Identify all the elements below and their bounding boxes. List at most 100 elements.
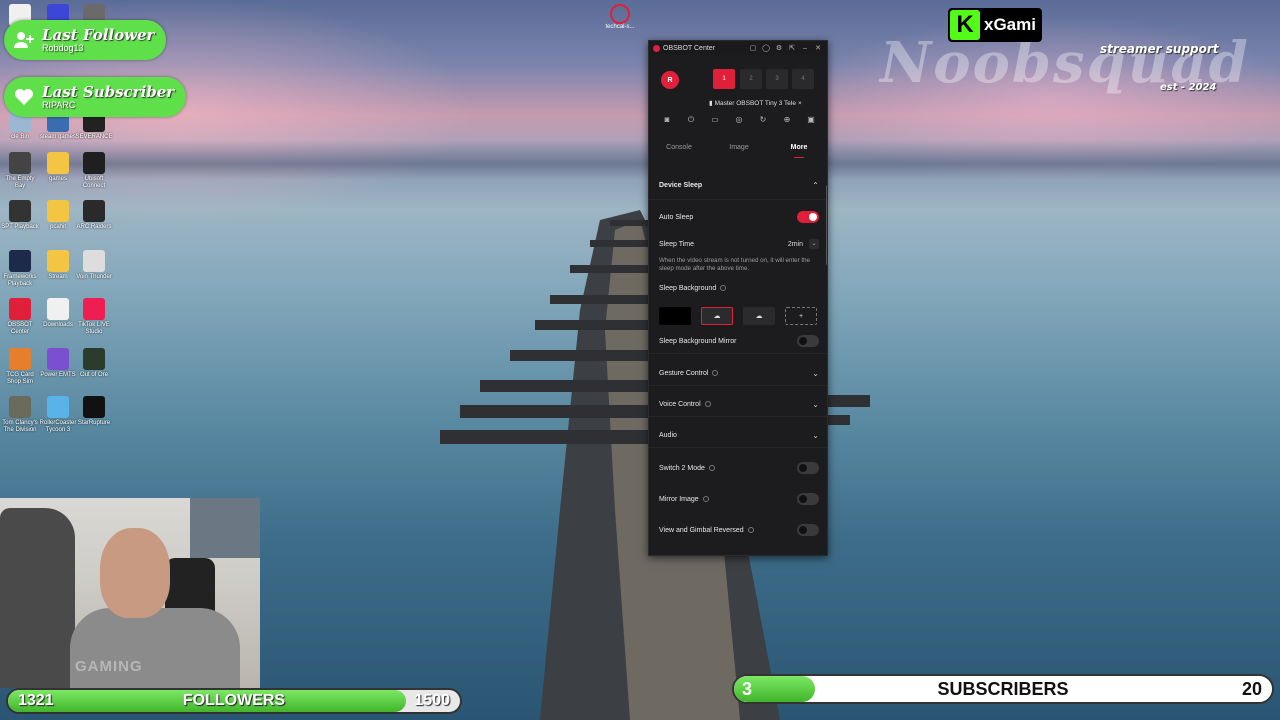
device-sleep-header[interactable]: Device Sleep ⌃	[659, 181, 819, 190]
desktop-shortcut-label: pcahit	[49, 224, 66, 230]
app-icon	[47, 348, 69, 370]
scrollbar[interactable]	[826, 185, 827, 265]
help-icon[interactable]	[720, 285, 727, 292]
gesture-control-label: Gesture Control	[659, 370, 709, 377]
app-icon	[83, 396, 105, 418]
window-mode-button[interactable]: ▢	[748, 44, 758, 52]
refresh-icon[interactable]: ↻	[758, 115, 768, 125]
desktop-shortcut[interactable]: pcahit	[38, 200, 78, 231]
add-background-button[interactable]: +	[785, 307, 817, 325]
help-icon[interactable]	[702, 495, 709, 502]
kick-icon: K	[950, 10, 980, 40]
mirror-image-row: Mirror Image	[659, 493, 819, 505]
switch2-mode-label: Switch 2 Mode	[659, 464, 705, 472]
desktop-icons: cle Bin steam games SEVERANCE The Empty Bay…	[0, 0, 150, 500]
desktop-shortcut[interactable]: Power EMTS	[38, 348, 78, 379]
mirror-image-toggle[interactable]	[797, 493, 819, 505]
tab-bar: Console Image More	[649, 141, 827, 158]
record-indicator-button[interactable]: ◯	[761, 44, 771, 52]
desktop-shortcut[interactable]: Voin Thunder	[74, 250, 114, 281]
auto-sleep-toggle[interactable]	[797, 211, 819, 223]
preset-slot-4[interactable]: 4	[792, 69, 814, 89]
desktop-shortcut[interactable]: The Empty Bay	[0, 152, 40, 190]
globe-icon[interactable]: ⊕	[782, 115, 792, 125]
preset-slot-1[interactable]: 1	[713, 69, 735, 89]
desktop-shortcut[interactable]: TCG Card Shop Sim	[0, 348, 40, 386]
window-title: OBSBOT Center	[663, 44, 716, 52]
desktop-shortcut-label: ARC Raiders	[76, 224, 112, 230]
pin-button[interactable]: ⇱	[787, 44, 797, 52]
obsbot-logo-icon	[653, 44, 660, 52]
brand-tagline: streamer support	[1100, 42, 1219, 56]
background-option-logo-selected[interactable]: ☁	[701, 307, 733, 325]
app-icon	[47, 152, 69, 174]
help-icon[interactable]	[708, 464, 715, 471]
desktop-shortcut[interactable]: games	[38, 152, 78, 183]
desktop-shortcut-label: cle Bin	[10, 134, 29, 140]
webcam-coat	[0, 508, 75, 688]
close-button[interactable]: ✕	[813, 44, 823, 52]
desktop-shortcut[interactable]: Ubisoft Connect	[74, 152, 114, 190]
app-icon	[83, 348, 105, 370]
settings-button[interactable]: ⚙	[774, 44, 784, 52]
tab-more[interactable]: More	[769, 141, 827, 158]
last-follower-title: Last Follower	[42, 26, 155, 44]
brand-established: est - 2024	[1160, 82, 1217, 93]
app-icon	[9, 396, 31, 418]
desktop-shortcut[interactable]: Tom Clancy's The Division	[0, 396, 40, 434]
desktop-shortcut[interactable]: Out of Ore	[74, 348, 114, 379]
help-icon[interactable]	[704, 401, 711, 408]
preset-slot-2[interactable]: 2	[740, 69, 762, 89]
sleep-time-select[interactable]: 2min ⌄	[788, 239, 819, 249]
desktop-shortcut-label: techcal-s...	[605, 24, 635, 30]
desktop-shortcut[interactable]: Downloads	[38, 298, 78, 329]
target-icon[interactable]: ◎	[734, 115, 744, 125]
minimize-button[interactable]: –	[800, 45, 810, 52]
tab-image[interactable]: Image	[709, 141, 769, 155]
layout-icon[interactable]: ▣	[806, 115, 816, 125]
preset-slot-3[interactable]: 3	[766, 69, 788, 89]
divider	[649, 353, 827, 354]
background-mirror-row: Sleep Background Mirror	[659, 335, 819, 347]
background-option-black[interactable]	[659, 307, 691, 325]
desktop-shortcut-label: Frameworks Playback	[3, 274, 37, 287]
sleep-background-options: ☁ ☁ +	[659, 307, 817, 325]
view-gimbal-reversed-toggle[interactable]	[797, 524, 819, 536]
desktop-shortcut[interactable]: RollerCoaster Tycoon 3	[38, 396, 78, 434]
last-follower-name: Robdog13	[42, 43, 84, 53]
help-icon[interactable]	[747, 526, 754, 533]
followers-goal-bar: 1321 FOLLOWERS 1500	[6, 688, 462, 714]
desktop-shortcut-techcal[interactable]: techcal-s...	[600, 4, 640, 30]
desktop-shortcut[interactable]: Frameworks Playback	[0, 250, 40, 288]
record-button[interactable]: R	[661, 71, 679, 89]
snapshot-icon[interactable]: ◙	[662, 115, 672, 125]
help-icon[interactable]	[712, 370, 719, 377]
chevron-up-icon: ⌃	[812, 181, 819, 190]
desktop-shortcut[interactable]: StarRupture	[74, 396, 114, 427]
desktop-shortcut-label: RollerCoaster Tycoon 3	[39, 420, 77, 433]
desktop-shortcut[interactable]: TikTok LIVE Studio	[74, 298, 114, 336]
desktop-shortcut[interactable]: OBSBOT Center	[0, 298, 40, 336]
gesture-control-header[interactable]: Gesture Control ⌄	[659, 369, 819, 378]
subscribers-goal: 20	[1241, 679, 1262, 699]
view-gimbal-reversed-row: View and Gimbal Reversed	[659, 524, 819, 536]
webcam-overlay: GAMING	[0, 498, 260, 688]
sleep-time-row: Sleep Time 2min ⌄	[659, 239, 819, 249]
voice-control-header[interactable]: Voice Control ⌄	[659, 400, 819, 409]
sleep-time-label: Sleep Time	[659, 240, 695, 248]
followers-label: FOLLOWERS	[182, 692, 286, 709]
background-mirror-toggle[interactable]	[797, 335, 819, 347]
background-option-logo[interactable]: ☁	[743, 307, 775, 325]
divider	[649, 447, 827, 448]
video-icon[interactable]: ▭	[710, 115, 720, 125]
desktop-shortcut[interactable]: SPT Playback	[0, 200, 40, 231]
desktop-shortcut[interactable]: ARC Raiders	[74, 200, 114, 231]
desktop-shortcut[interactable]: Stream	[38, 250, 78, 281]
switch2-mode-toggle[interactable]	[797, 462, 819, 474]
power-icon[interactable]: ⏻	[686, 115, 696, 125]
device-close-icon[interactable]: ×	[798, 100, 802, 107]
audio-header[interactable]: Audio ⌄	[659, 431, 819, 440]
tab-console[interactable]: Console	[649, 141, 709, 155]
device-selector[interactable]: ▮ Master OBSBOT Tiny 3 Tele ×	[709, 97, 827, 109]
auto-sleep-label: Auto Sleep	[659, 213, 694, 221]
